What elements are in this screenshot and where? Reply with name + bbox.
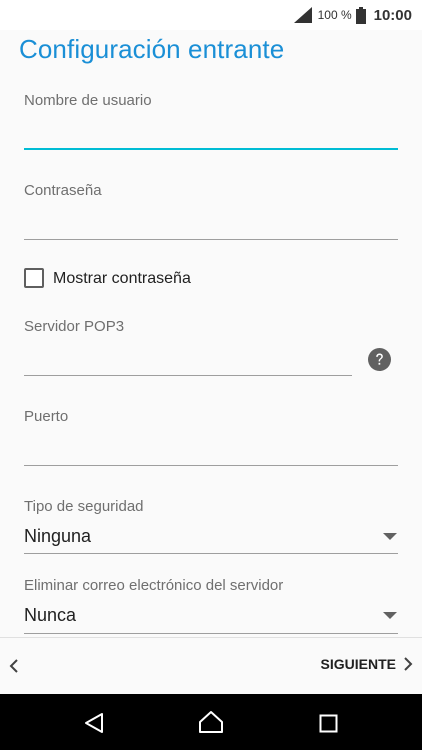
chevron-left-icon[interactable] [6,658,22,674]
next-button-label[interactable]: SIGUIENTE [321,656,396,672]
next-button[interactable]: SIGUIENTE [321,656,414,672]
security-type-label: Tipo de seguridad [24,498,144,515]
pop3-server-underline [24,375,352,376]
delete-from-server-underline [24,633,398,634]
help-icon[interactable] [368,348,391,371]
clock: 10:00 [373,6,412,24]
dropdown-arrow-icon[interactable] [383,533,397,541]
password-label: Contraseña [24,182,102,199]
port-label: Puerto [24,408,69,425]
pop3-server-label: Servidor POP3 [24,318,125,335]
nav-home-icon[interactable] [198,710,224,734]
port-input[interactable] [24,434,398,464]
status-indicators: 100 % 10:00 [293,4,412,26]
port-underline [24,465,398,466]
nav-back-icon[interactable] [83,712,105,734]
password-input[interactable] [24,207,398,237]
show-password-label[interactable]: Mostrar contraseña [53,270,191,288]
username-input[interactable] [24,116,398,146]
password-underline [24,239,398,240]
security-type-value[interactable]: Ninguna [24,526,91,547]
status-bar: 100 % 10:00 [0,0,422,30]
username-underline [24,148,398,150]
show-password-checkbox[interactable] [24,268,44,288]
chevron-right-icon[interactable] [402,656,414,672]
bottom-action-bar: SIGUIENTE [0,637,422,695]
page-title: Configuración entrante [19,34,285,64]
security-type-underline [24,553,398,554]
username-label: Nombre de usuario [24,92,152,109]
battery-percent: 100 % [317,8,352,22]
nav-recents-icon[interactable] [319,714,338,733]
delete-from-server-value[interactable]: Nunca [24,605,76,626]
delete-from-server-label: Eliminar correo electrónico del servidor [24,577,284,594]
dropdown-arrow-icon[interactable] [383,612,397,620]
signal-icon [293,7,312,23]
battery-icon [355,6,366,24]
pop3-server-input[interactable] [24,344,352,374]
navigation-bar [0,694,422,750]
